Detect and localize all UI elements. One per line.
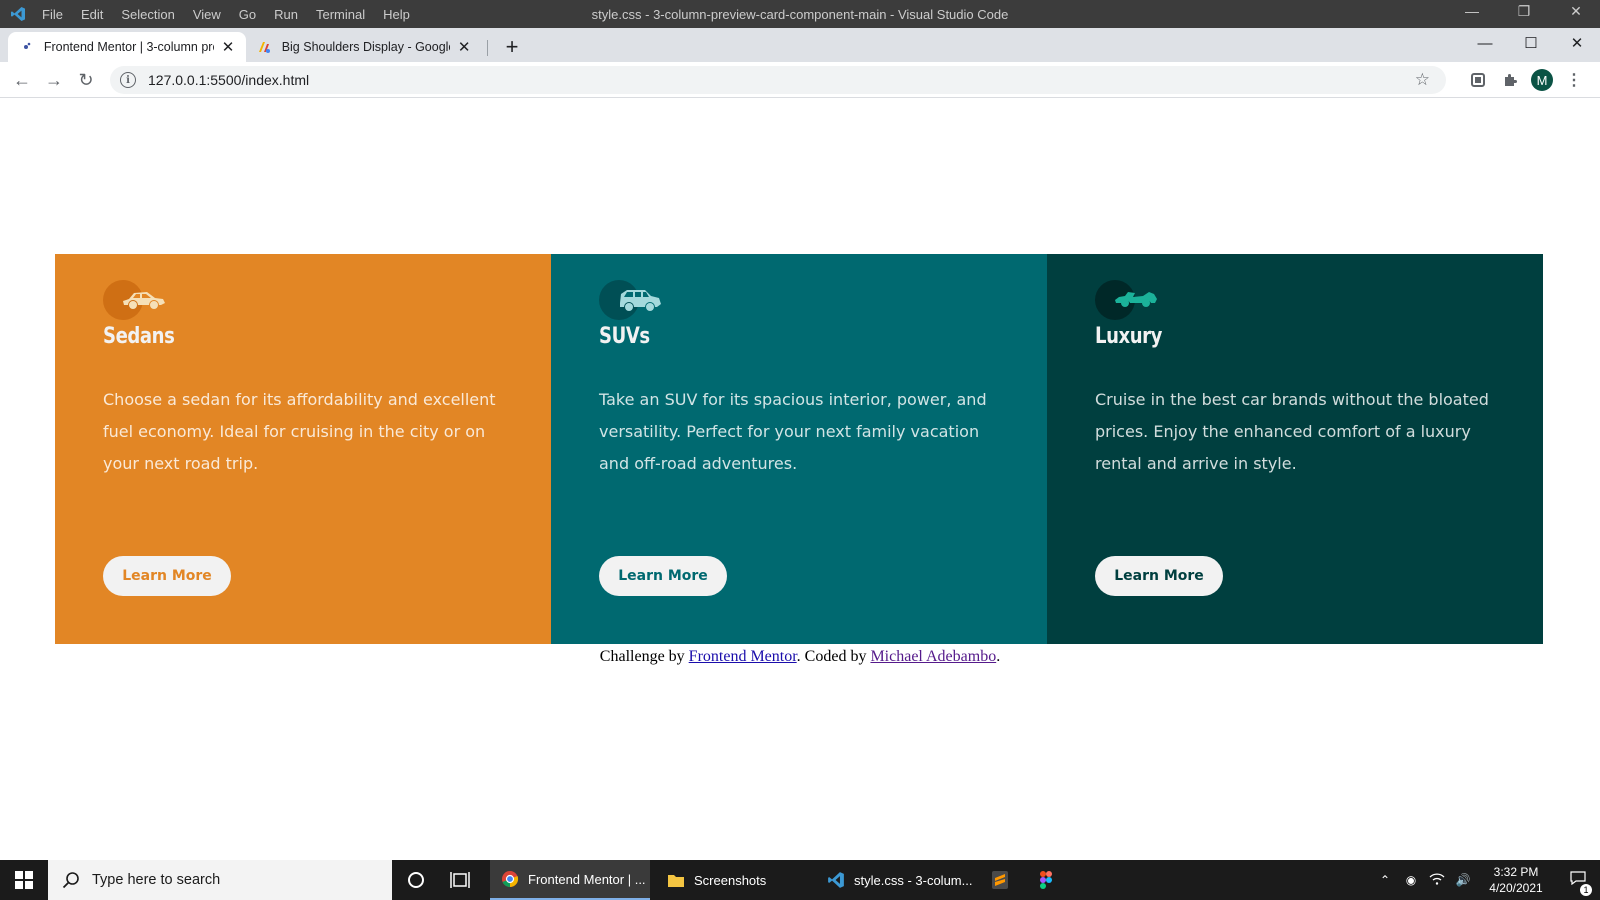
taskbar-app-label: style.css - 3-colum... [854,872,973,888]
search-placeholder: Type here to search [92,872,221,888]
browser-window: Frontend Mentor | 3-column preview card … [0,28,1600,860]
taskbar: Type here to search Frontend Mentor | ..… [0,860,1600,900]
learn-more-button[interactable]: Learn More [1095,556,1223,596]
clock-date: 4/20/2021 [1489,881,1543,895]
notification-count-badge: 1 [1580,883,1592,896]
page-viewport: Sedans Choose a sedan for its affordabil… [0,98,1600,860]
task-view-icon[interactable] [440,860,480,900]
card-title: Sedans [103,324,175,349]
attribution: Challenge by Frontend Mentor. Coded by M… [0,648,1600,666]
tab-google-fonts[interactable]: Big Shoulders Display - Google Fonts ✕ [246,32,482,62]
volume-icon[interactable]: 🔊 [1450,873,1476,887]
close-icon[interactable]: ✕ [1554,28,1600,58]
browser-toolbar: ← → ↻ i 127.0.0.1:5500/index.html ☆ M ⋮ [0,62,1600,98]
card-description: Take an SUV for its spacious interior, p… [599,390,987,473]
tab-title: Big Shoulders Display - Google Fonts [281,40,451,54]
notifications-icon[interactable]: 1 [1556,870,1600,896]
minimize-icon[interactable]: — [1462,28,1508,58]
card-description: Choose a sedan for its affordability and… [103,390,496,473]
tab-separator [487,40,488,56]
vscode-icon [826,870,846,890]
vscode-window-title: style.css - 3-column-preview-card-compon… [591,7,1009,22]
search-icon [62,872,79,889]
card-suvs: SUVs Take an SUV for its spacious interi… [551,254,1047,644]
card-sedans: Sedans Choose a sedan for its affordabil… [55,254,551,644]
author-link[interactable]: Michael Adebambo [870,648,996,665]
chrome-icon [500,869,520,889]
extension-icon[interactable] [1468,70,1488,90]
taskbar-clock[interactable]: 3:32 PM 4/20/2021 [1476,864,1556,896]
tab-strip: Frontend Mentor | 3-column preview card … [0,28,1600,62]
learn-more-button[interactable]: Learn More [599,556,727,596]
bookmark-star-icon[interactable]: ☆ [1415,70,1430,90]
show-hidden-icons-chevron-icon[interactable]: ⌃ [1372,873,1398,887]
taskbar-app-explorer[interactable]: Screenshots [656,860,810,900]
reload-icon[interactable]: ↻ [76,70,96,90]
tab-close-icon[interactable]: ✕ [220,38,236,56]
luxury-car-icon [1095,278,1165,320]
vscode-window-controls: — ❐ ✕ [1462,3,1586,20]
card-luxury: Luxury Cruise in the best car brands wit… [1047,254,1543,644]
google-fonts-favicon-icon [256,39,272,55]
learn-more-button[interactable]: Learn More [103,556,231,596]
restore-icon[interactable]: ❐ [1514,3,1534,20]
minimize-icon[interactable]: — [1462,3,1482,20]
site-info-icon[interactable]: i [120,72,136,88]
more-menu-icon[interactable]: ⋮ [1564,70,1584,90]
cards-container: Sedans Choose a sedan for its affordabil… [55,254,1543,644]
back-arrow-icon[interactable]: ← [12,70,32,90]
taskbar-app-vscode[interactable]: style.css - 3-colum... [816,860,976,900]
network-wifi-icon[interactable] [1424,872,1450,888]
cortana-circle-icon[interactable] [396,860,436,900]
extensions-puzzle-icon[interactable] [1500,70,1520,90]
tab-frontend-mentor[interactable]: Frontend Mentor | 3-column preview card … [8,32,246,62]
tab-title: Frontend Mentor | 3-column preview card … [43,40,214,54]
sedan-car-icon [103,278,173,320]
folder-icon [666,870,686,890]
taskbar-app-label: Screenshots [694,872,767,888]
tab-close-icon[interactable]: ✕ [456,38,472,56]
url-text[interactable]: 127.0.0.1:5500/index.html [148,72,309,88]
taskbar-app-chrome[interactable]: Frontend Mentor | ... [490,860,650,900]
address-bar[interactable]: i 127.0.0.1:5500/index.html ☆ [110,66,1446,94]
card-title: SUVs [599,324,650,349]
profile-avatar[interactable]: M [1531,69,1553,91]
webcam-icon[interactable]: ◉ [1398,873,1424,887]
card-title: Luxury [1095,324,1163,349]
taskbar-search-input[interactable]: Type here to search [48,860,392,900]
frontend-mentor-link[interactable]: Frontend Mentor [689,648,797,665]
clock-time: 3:32 PM [1493,865,1539,879]
sublime-text-icon[interactable] [980,860,1020,900]
figma-icon[interactable] [1026,860,1066,900]
browser-window-controls: — ☐ ✕ [1462,28,1600,58]
attribution-suffix: . [996,648,1001,665]
frontend-mentor-favicon-icon [18,39,34,55]
maximize-icon[interactable]: ☐ [1508,28,1554,58]
suv-car-icon [599,278,669,320]
new-tab-plus-icon[interactable]: + [500,34,524,60]
windows-start-icon[interactable] [0,860,48,900]
system-tray: ⌃ ◉ 🔊 3:32 PM 4/20/2021 1 [1372,860,1600,900]
close-icon[interactable]: ✕ [1566,3,1586,20]
attribution-middle: . Coded by [796,648,871,665]
taskbar-app-label: Frontend Mentor | ... [528,871,646,887]
attribution-prefix: Challenge by [599,648,689,665]
card-description: Cruise in the best car brands without th… [1095,390,1489,473]
vscode-title-bar: File Edit Selection View Go Run Terminal… [0,0,1600,28]
forward-arrow-icon[interactable]: → [44,70,64,90]
